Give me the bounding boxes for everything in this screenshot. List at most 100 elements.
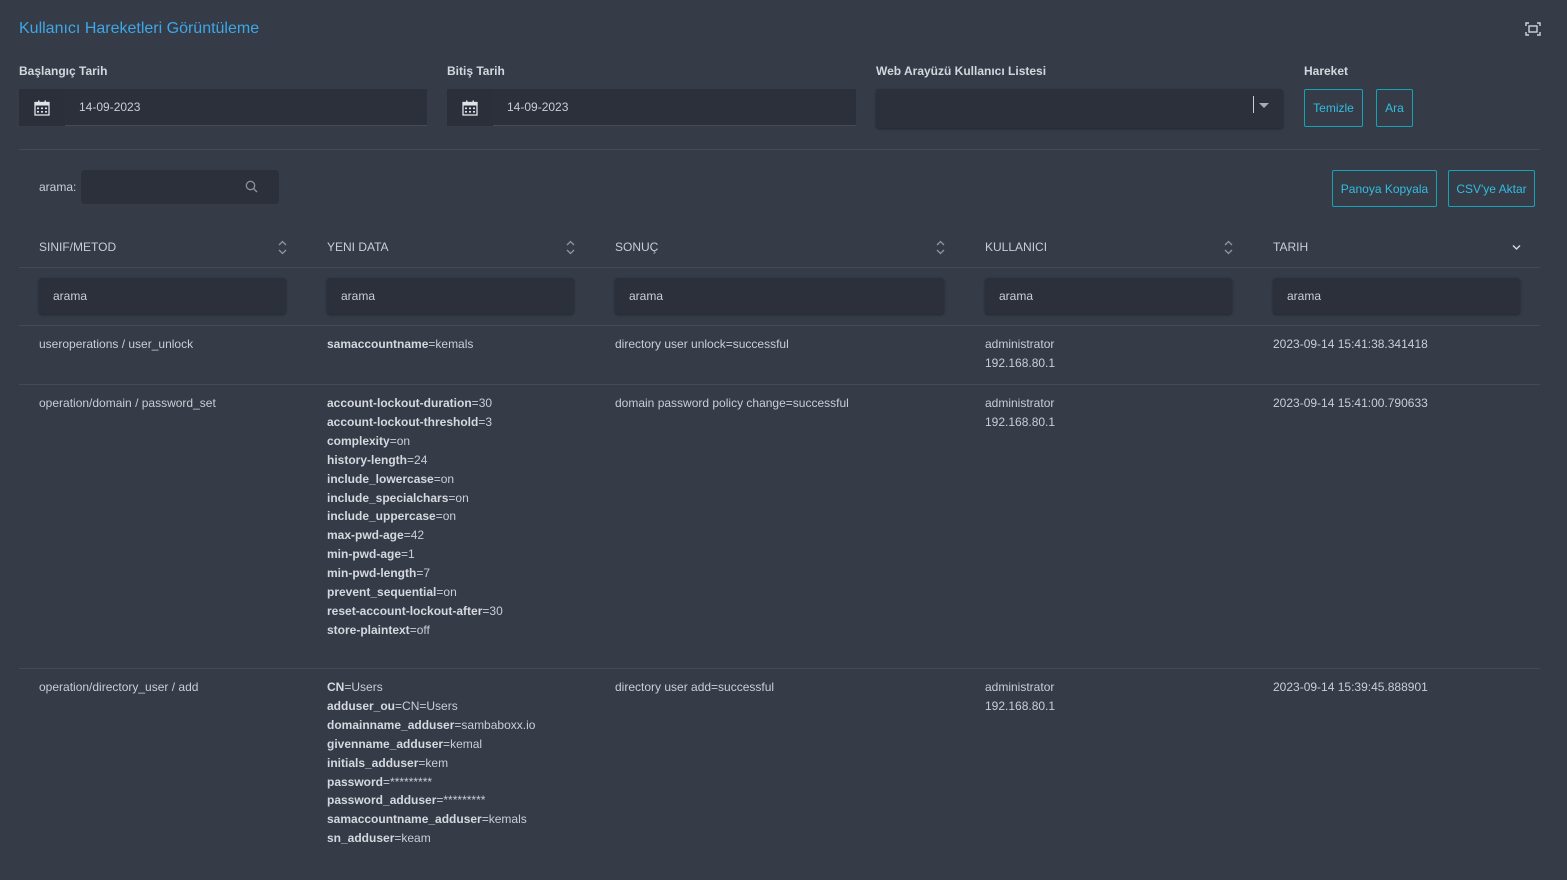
data-pair: include_uppercase=on [327,509,457,524]
cell-date: 2023-09-14 15:41:38.341418 [1273,337,1428,351]
data-value: ********* [443,793,486,808]
data-key: adduser_ou [327,698,396,713]
cell-data: account-lockout-duration=30 account-locko… [327,394,503,640]
sort-icon[interactable] [1224,240,1233,255]
data-value: on [442,509,457,524]
start-date-group: 14-09-2023 [19,89,427,126]
data-value: on [443,585,457,600]
filter-data-input[interactable]: arama [327,278,574,314]
column-header-user[interactable]: KULLANICI [985,240,1047,254]
data-value: kem [425,755,449,770]
column-header-result[interactable]: SONUÇ [615,240,658,254]
start-date-input[interactable]: 14-09-2023 [65,89,427,126]
filter-result-input[interactable]: arama [615,278,944,314]
data-pair: min-pwd-length=7 [327,566,431,581]
search-button[interactable]: Ara [1376,89,1413,127]
data-pair: password_adduser=********* [327,793,486,808]
data-value: 30 [489,603,503,618]
cell-result: directory user add=successful [615,680,775,694]
data-key: store-plaintext [327,622,410,637]
data-key: include_uppercase [327,509,436,524]
expand-icon[interactable] [1525,22,1541,36]
data-value: sambaboxx.io [461,717,536,732]
data-key: samaccountname_adduser [327,812,482,827]
data-key: max-pwd-age [327,528,404,543]
data-pair: givenname_adduser=kemal [327,736,483,751]
sort-icon[interactable] [278,240,287,255]
end-date-calendar-button[interactable] [447,89,493,126]
user-ip: 192.168.80.1 [985,355,1056,370]
filter-date-input[interactable]: arama [1273,278,1520,314]
sort-icon[interactable] [566,240,575,255]
cell-result: directory user unlock=successful [615,337,789,351]
data-value: on [440,471,455,486]
data-pair: complexity=on [327,433,411,448]
column-header-method[interactable]: SINIF/METOD [39,240,116,254]
data-key: password_adduser [327,793,437,808]
chevron-down-icon[interactable] [1259,103,1269,108]
user-ip: 192.168.80.1 [985,698,1056,713]
data-pair: domainname_adduser=sambaboxx.io [327,717,536,732]
user-name: administrator [985,680,1055,694]
row-divider [19,384,1540,385]
data-value: on [396,433,411,448]
data-value: 7 [423,566,431,581]
data-pair: samaccountname=kemals [327,337,474,351]
filter-user-input[interactable]: arama [985,278,1232,314]
sort-desc-icon[interactable] [1512,244,1521,251]
data-key: CN [327,680,345,694]
data-pair: password=********* [327,774,433,789]
data-key: history-length [327,452,407,467]
data-pair: CN=Users [327,680,383,694]
clear-button[interactable]: Temizle [1304,89,1363,127]
cell-data: CN=Users adduser_ou=CN=Users domainname_ad… [327,678,535,848]
column-header-data[interactable]: YENI DATA [327,240,389,254]
user-list-label: Web Arayüzü Kullanıcı Listesi [876,64,1047,78]
data-key: include_specialchars [327,490,449,505]
data-pair: account-lockout-threshold=3 [327,414,493,429]
data-key: initials_adduser [327,755,419,770]
end-date-group: 14-09-2023 [447,89,856,126]
column-header-date[interactable]: TARIH [1273,240,1308,254]
export-csv-button[interactable]: CSV'ye Aktar [1448,170,1535,207]
cell-result: domain password policy change=successful [615,396,849,410]
data-key: prevent_sequential [327,585,437,600]
filter-method-input[interactable]: arama [39,278,286,314]
data-key: complexity [327,433,390,448]
cell-method: useroperations / user_unlock [39,337,194,351]
start-date-calendar-button[interactable] [19,89,65,126]
calendar-icon [34,100,50,116]
search-label: arama: [39,180,77,194]
cell-date: 2023-09-14 15:39:45.888901 [1273,680,1428,694]
data-value: 1 [408,547,415,562]
section-divider [19,149,1540,150]
cell-method: operation/domain / password_set [39,396,216,410]
data-pair: include_specialchars=on [327,490,469,505]
data-key: account-lockout-duration [327,396,472,410]
data-pair: samaccountname_adduser=kemals [327,812,527,827]
data-pair: max-pwd-age=42 [327,528,425,543]
cell-data: samaccountname=kemals [327,335,473,354]
data-key: givenname_adduser [327,736,444,751]
data-pair: min-pwd-age=1 [327,547,415,562]
data-value: 24 [414,452,428,467]
data-pair: include_lowercase=on [327,471,455,486]
data-value: kemal [450,736,483,751]
user-list-select[interactable] [876,89,1283,128]
data-key: account-lockout-threshold [327,414,479,429]
cell-method: operation/directory_user / add [39,680,199,694]
cell-user: administrator 192.168.80.1 [985,335,1055,373]
data-pair: history-length=24 [327,452,428,467]
data-value: kemals [488,812,527,827]
calendar-icon [462,100,478,116]
data-pair: reset-account-lockout-after=30 [327,603,503,618]
copy-to-clipboard-button[interactable]: Panoya Kopyala [1332,170,1437,207]
sort-icon[interactable] [936,240,945,255]
end-date-input[interactable]: 14-09-2023 [493,89,856,126]
user-ip: 192.168.80.1 [985,414,1056,429]
data-pair: store-plaintext=off [327,622,430,637]
data-key: samaccountname [327,337,429,351]
select-divider [1253,96,1254,113]
filter-divider [19,325,1540,326]
header-divider [19,267,1540,268]
